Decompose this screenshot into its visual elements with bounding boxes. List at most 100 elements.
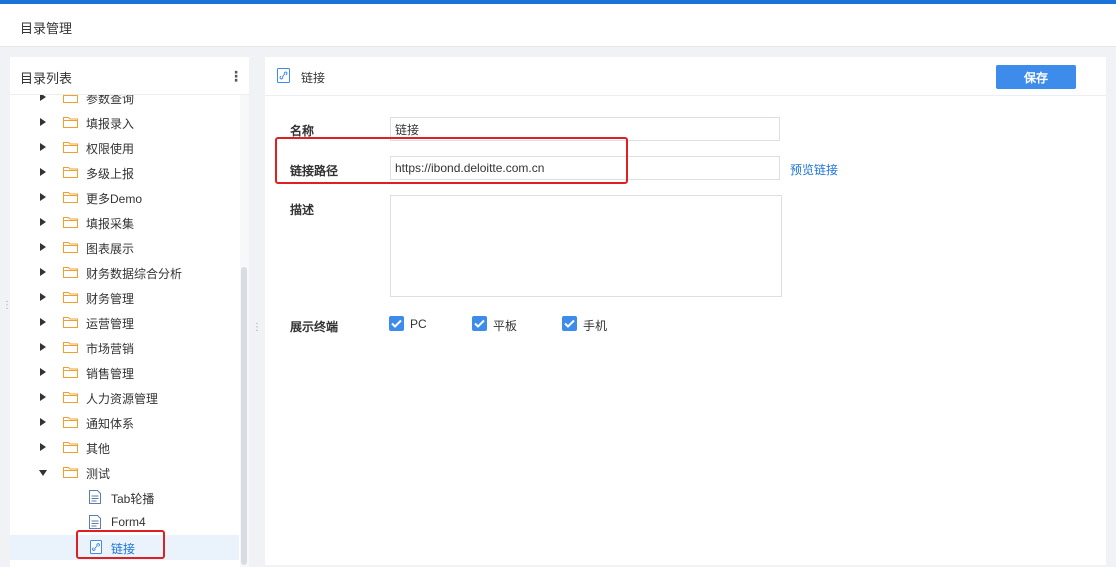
editor-header: 链接 保存 [265,57,1106,96]
tree-item-label: 图表展示 [86,242,135,256]
tree-item[interactable]: 销售管理 [10,360,239,385]
tree-item[interactable]: Tab轮播 [10,485,239,510]
folder-icon [63,95,78,103]
folder-icon [63,341,78,353]
tree-item-label: 参数查询 [86,95,135,106]
middle-splitter-grip-icon[interactable]: ⋮ [252,323,262,340]
tree-item-label: 填报采集 [86,217,135,231]
tree-item[interactable]: 财务管理 [10,285,239,310]
caret-right-icon[interactable] [40,268,46,276]
caret-right-icon[interactable] [40,343,46,351]
caret-right-icon[interactable] [40,243,46,251]
tree-item-label: Form4 [111,515,146,529]
folder-icon [63,241,78,253]
tree-item-label: 财务数据综合分析 [86,267,183,281]
folder-icon [63,416,78,428]
caret-right-icon[interactable] [40,368,46,376]
terminal-label-tablet: 平板 [493,319,518,333]
directory-panel-title: 目录列表 [20,71,73,86]
tree-item-label: 更多Demo [86,192,143,206]
terminal-label-mobile: 手机 [583,319,608,333]
tree-item-label: 测试 [86,467,111,481]
tree-scrollbar-thumb[interactable] [241,267,247,565]
tree-item[interactable]: 多级上报 [10,160,239,185]
checkbox-checked-icon[interactable] [472,316,487,331]
folder-icon [63,366,78,378]
caret-right-icon[interactable] [40,393,46,401]
preview-link[interactable]: 预览链接 [790,161,838,178]
tree-item[interactable]: 测试 [10,460,239,485]
tree-item[interactable]: 填报录入 [10,110,239,135]
tree-item[interactable]: 参数查询 [10,95,239,110]
folder-icon [63,391,78,403]
terminal-checkbox-mobile[interactable]: 手机 [562,316,612,333]
caret-right-icon[interactable] [40,293,46,301]
checkbox-checked-icon[interactable] [562,316,577,331]
tree-item-label: 其他 [86,442,111,456]
document-icon [89,490,101,504]
tree-item-label: 财务管理 [86,292,135,306]
caret-down-icon[interactable] [39,470,47,476]
caret-right-icon[interactable] [40,168,46,176]
url-highlight-box [275,137,628,184]
tree-item-label: 运营管理 [86,317,135,331]
save-button[interactable]: 保存 [996,65,1076,89]
caret-right-icon[interactable] [40,193,46,201]
tree-item-label: 多级上报 [86,167,135,181]
directory-tree-list: 参数查询填报录入权限使用多级上报更多Demo 填报采集图表展示财务数据综合分析 财务… [10,95,239,560]
folder-icon [63,141,78,153]
tree-item-label: 市场营销 [86,342,135,356]
caret-right-icon[interactable] [40,443,46,451]
left-splitter-grip-icon[interactable]: ⋮ [2,301,12,318]
folder-icon [63,291,78,303]
tree-item[interactable]: 运营管理 [10,310,239,335]
folder-icon [63,116,78,128]
tree-item[interactable]: 其他 [10,435,239,460]
tree-item-label: Tab轮播 [111,492,155,506]
terminal-checkbox-pc[interactable]: PC [389,316,429,332]
description-textarea[interactable] [390,195,782,297]
terminal-checkbox-tablet[interactable]: 平板 [472,316,522,333]
link-icon [277,68,290,83]
tree-item[interactable]: 人力资源管理 [10,385,239,410]
directory-tree: 参数查询填报录入权限使用多级上报更多Demo 填报采集图表展示财务数据综合分析 财务… [10,95,249,567]
tree-item-label: 填报录入 [86,117,135,131]
tree-item[interactable]: 图表展示 [10,235,239,260]
tree-item-label: 通知体系 [86,417,135,431]
caret-right-icon[interactable] [40,218,46,226]
folder-icon [63,216,78,228]
directory-panel: 目录列表 ⋮ 参数查询填报录入权限使用多级上报更多Demo 填报采集图表展示财务数… [10,57,249,567]
tree-item[interactable]: 财务数据综合分析 [10,260,239,285]
terminal-label-pc: PC [410,317,427,331]
folder-icon [63,191,78,203]
caret-right-icon[interactable] [40,118,46,126]
description-label: 描述 [290,203,315,217]
tree-item[interactable]: 权限使用 [10,135,239,160]
caret-right-icon[interactable] [40,143,46,151]
caret-right-icon[interactable] [40,418,46,426]
editor-title: 链接 [301,71,326,85]
folder-icon [63,441,78,453]
link-editor-panel: 链接 保存 名称 链接路径 预览链接 描述 展示终端 PC 平板 手机 [265,57,1106,565]
tree-item-label: 销售管理 [86,367,135,381]
selected-item-highlight-box [76,530,165,559]
folder-icon [63,166,78,178]
folder-icon [63,266,78,278]
tree-item[interactable]: 通知体系 [10,410,239,435]
more-vertical-icon[interactable]: ⋮ [229,67,243,85]
tree-item-label: 人力资源管理 [86,392,159,406]
tree-item[interactable]: 市场营销 [10,335,239,360]
caret-right-icon[interactable] [40,318,46,326]
document-icon [89,515,101,529]
tree-item[interactable]: 更多Demo [10,185,239,210]
tree-item-label: 权限使用 [86,142,135,156]
tree-scrollbar[interactable] [240,95,249,567]
folder-icon [63,316,78,328]
folder-icon [63,466,78,478]
page-header: 目录管理 [0,4,1116,47]
checkbox-checked-icon[interactable] [389,316,404,331]
directory-panel-header: 目录列表 ⋮ [10,57,249,95]
tree-item[interactable]: 填报采集 [10,210,239,235]
page-title: 目录管理 [20,21,73,36]
caret-right-icon[interactable] [40,95,46,101]
